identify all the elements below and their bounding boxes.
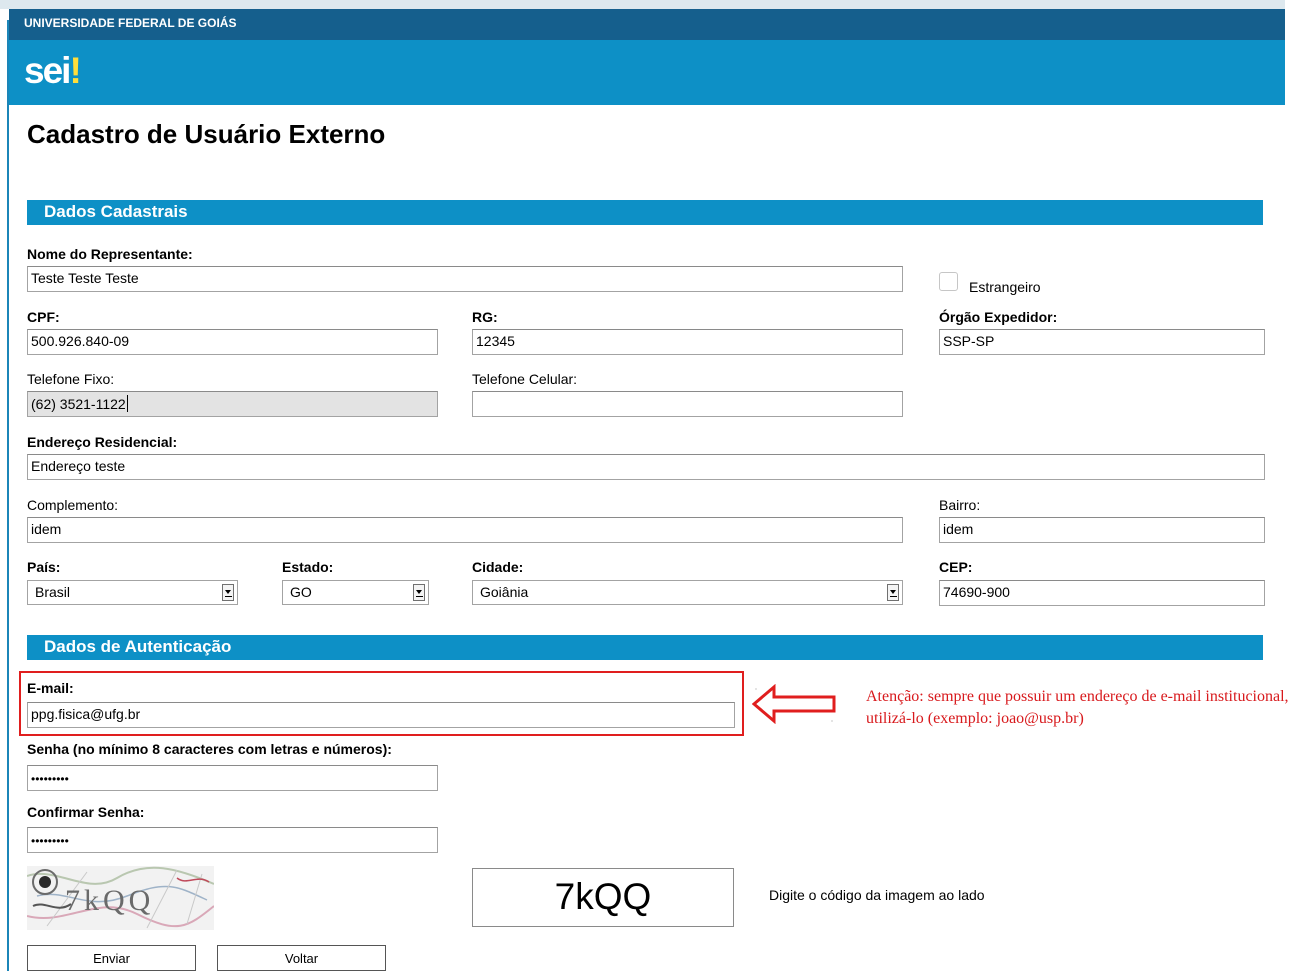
app-header: UNIVERSIDADE FEDERAL DE GOIÁS sei!: [9, 9, 1285, 105]
estado-selected-value: GO: [290, 584, 312, 600]
senha-label: Senha (no mínimo 8 caracteres com letras…: [27, 741, 392, 757]
section-dados-autenticacao: Dados de Autenticação: [27, 635, 1263, 660]
estrangeiro-checkbox[interactable]: [939, 272, 958, 291]
cep-input[interactable]: 74690-900: [939, 580, 1265, 606]
telefone-fixo-value: (62) 3521-1122: [31, 396, 126, 412]
captcha-text: 7kQQ: [65, 884, 154, 917]
captcha-image: 7kQQ: [27, 866, 214, 930]
telefone-fixo-label: Telefone Fixo:: [27, 371, 115, 387]
chevron-down-icon: [222, 584, 234, 601]
cpf-label: CPF:: [27, 309, 60, 325]
institution-name: UNIVERSIDADE FEDERAL DE GOIÁS: [9, 9, 1285, 40]
cidade-select[interactable]: Goiânia: [472, 580, 903, 605]
complemento-label: Complemento:: [27, 497, 119, 513]
logo-bang: !: [69, 50, 81, 91]
cpf-input[interactable]: 500.926.840-09: [27, 329, 438, 355]
endereco-input[interactable]: Endereço teste: [27, 454, 1265, 480]
senha-input[interactable]: •••••••••: [27, 765, 438, 791]
telefone-fixo-input[interactable]: (62) 3521-1122: [27, 391, 438, 417]
orgao-expedidor-input[interactable]: SSP-SP: [939, 329, 1265, 355]
email-input[interactable]: ppg.fisica@ufg.br: [27, 702, 735, 728]
orgao-expedidor-label: Órgão Expedidor:: [939, 309, 1058, 325]
chevron-down-icon: [413, 584, 425, 601]
confirmar-senha-label: Confirmar Senha:: [27, 804, 145, 820]
voltar-button[interactable]: Voltar: [217, 945, 386, 971]
arrow-left-icon: [752, 684, 836, 724]
window-top-strip: [0, 0, 1285, 9]
estado-select[interactable]: GO: [282, 580, 429, 605]
telefone-celular-label: Telefone Celular:: [472, 371, 578, 387]
email-label: E-mail:: [27, 680, 74, 696]
pais-select[interactable]: Brasil: [27, 580, 238, 605]
bairro-input[interactable]: idem: [939, 517, 1265, 543]
estrangeiro-label: Estrangeiro: [969, 279, 1041, 295]
chevron-down-icon: [887, 584, 899, 601]
captcha-hint: Digite o código da imagem ao lado: [769, 887, 985, 903]
pais-selected-value: Brasil: [35, 584, 71, 600]
captcha-input[interactable]: 7kQQ: [472, 868, 734, 927]
confirmar-senha-input[interactable]: •••••••••: [27, 827, 438, 853]
rg-label: RG:: [472, 309, 498, 325]
cidade-label: Cidade:: [472, 559, 524, 575]
logo-text: sei: [24, 50, 71, 91]
cep-label: CEP:: [939, 559, 973, 575]
bairro-label: Bairro:: [939, 497, 981, 513]
endereco-label: Endereço Residencial:: [27, 434, 178, 450]
estado-label: Estado:: [282, 559, 334, 575]
email-advice-note: Atenção: sempre que possuir um endereço …: [866, 688, 1289, 727]
nome-label: Nome do Representante:: [27, 246, 193, 262]
rg-input[interactable]: 12345: [472, 329, 903, 355]
nome-input[interactable]: Teste Teste Teste: [27, 266, 903, 292]
text-cursor: [126, 395, 128, 412]
sei-logo: sei!: [24, 50, 82, 91]
pais-label: País:: [27, 559, 61, 575]
telefone-celular-input[interactable]: [472, 391, 903, 417]
enviar-button[interactable]: Enviar: [27, 945, 196, 971]
page-left-border: [7, 20, 9, 971]
cidade-selected-value: Goiânia: [480, 584, 529, 600]
complemento-input[interactable]: idem: [27, 517, 903, 543]
section-dados-cadastrais: Dados Cadastrais: [27, 200, 1263, 225]
page-title: Cadastro de Usuário Externo: [27, 119, 386, 149]
